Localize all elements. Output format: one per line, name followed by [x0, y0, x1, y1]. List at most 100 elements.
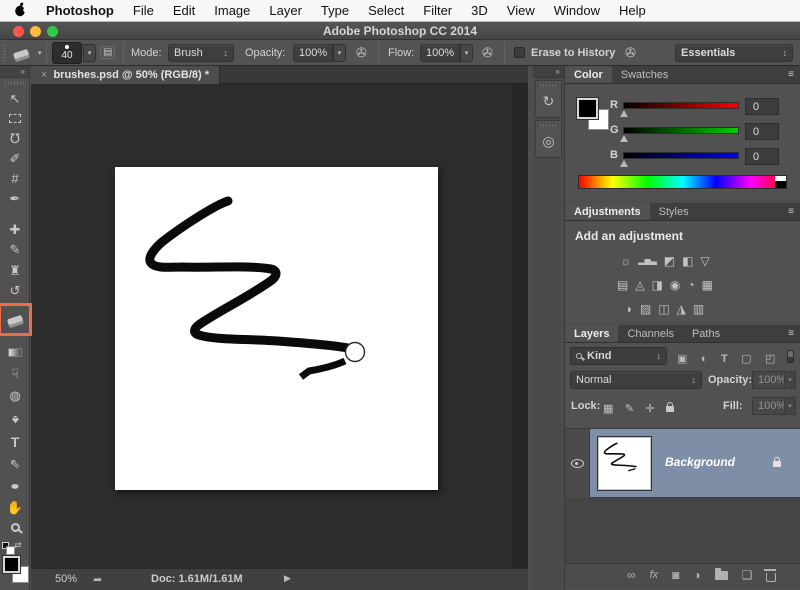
foreground-color-swatch[interactable] [3, 556, 20, 573]
brush-tool[interactable]: ✎ [0, 238, 30, 260]
tab-styles[interactable]: Styles [650, 203, 698, 220]
options-bar-grip[interactable] [3, 45, 6, 61]
lock-all-icon[interactable] [666, 406, 674, 412]
link-layers-icon[interactable]: ∞ [627, 569, 636, 581]
panel-menu-icon[interactable]: ≡ [782, 203, 800, 220]
history-panel-button[interactable]: ↻ [535, 80, 562, 118]
blue-slider-thumb[interactable] [620, 160, 628, 167]
adjustment-channel-mixer-icon[interactable]: ◔ [687, 278, 694, 292]
adjustment-black-white-icon[interactable]: ◨ [652, 278, 663, 292]
share-status-icon[interactable]: ➦ [93, 573, 102, 586]
adjustment-threshold-icon[interactable]: ◫ [658, 302, 669, 316]
airbrush-icon[interactable]: ✇ [482, 45, 493, 61]
doc-size-readout[interactable]: Doc: 1.61M/1.61M [151, 573, 243, 585]
blue-slider[interactable] [623, 152, 739, 159]
zoom-level-field[interactable]: 50% [55, 573, 77, 585]
eraser-preset-arrow-icon[interactable]: ▾ [38, 49, 42, 57]
menu-filter[interactable]: Filter [423, 3, 452, 18]
erase-to-history-checkbox[interactable] [514, 47, 525, 58]
menu-type[interactable]: Type [321, 3, 349, 18]
menu-3d[interactable]: 3D [471, 3, 488, 18]
swap-colors-icon[interactable]: ⇄ [14, 540, 22, 551]
close-tab-icon[interactable]: × [41, 69, 47, 81]
adjustment-hue-saturation-icon[interactable]: ▤ [617, 278, 628, 292]
spectrum-black-swatch[interactable] [775, 181, 786, 188]
lock-transparency-icon[interactable]: ▦ [603, 403, 613, 415]
status-options-arrow-icon[interactable]: ▶ [284, 573, 291, 584]
crop-tool[interactable]: # [0, 167, 30, 189]
green-slider-thumb[interactable] [620, 135, 628, 142]
document-scrollbar[interactable] [513, 84, 528, 568]
adjustment-selective-color-icon[interactable]: ◮ [677, 302, 686, 316]
green-value-field[interactable]: 0 [745, 123, 779, 140]
smudge-tool[interactable]: ☟ [0, 362, 30, 384]
opacity-arrow-icon[interactable]: ▾ [333, 44, 346, 62]
menu-edit[interactable]: Edit [173, 3, 195, 18]
lasso-tool[interactable]: ℧ [0, 127, 30, 149]
layer-opacity-field[interactable]: 100% [752, 371, 785, 389]
adjustment-gradient-map-icon[interactable]: ▥ [693, 302, 704, 316]
toggle-brush-panel-icon[interactable]: ▤ [100, 46, 115, 59]
eyedropper-tool[interactable]: ✒ [0, 187, 30, 209]
menu-photoshop[interactable]: Photoshop [46, 3, 114, 18]
brush-size-preview[interactable]: 40 [52, 42, 82, 64]
tab-channels[interactable]: Channels [618, 325, 682, 342]
flow-dropdown[interactable]: 100% [420, 44, 460, 62]
green-slider[interactable] [623, 127, 739, 134]
tab-layers[interactable]: Layers [565, 325, 618, 342]
filter-image-icon[interactable]: ▣ [677, 353, 687, 365]
layer-name[interactable]: Background [665, 455, 735, 469]
blue-value-field[interactable]: 0 [745, 148, 779, 165]
delete-layer-icon[interactable] [766, 573, 776, 582]
adjustment-photo-filter-icon[interactable]: ◉ [670, 278, 680, 292]
new-layer-icon[interactable]: ❏ [742, 569, 753, 581]
adjustment-vibrance-icon[interactable]: ▽ [700, 254, 709, 268]
tablet-pressure-size-icon[interactable]: ✇ [625, 45, 636, 61]
gradient-tool[interactable] [0, 341, 30, 363]
layer-style-icon[interactable]: fx [650, 570, 659, 581]
move-tool[interactable]: ↖ [0, 87, 30, 109]
menu-help[interactable]: Help [619, 3, 646, 18]
clone-stamp-tool[interactable]: ♜ [0, 259, 30, 281]
lock-pixels-icon[interactable]: ✎ [625, 403, 634, 415]
filter-smart-object-icon[interactable]: ◰ [765, 353, 775, 365]
tab-swatches[interactable]: Swatches [612, 66, 678, 83]
tablet-pressure-opacity-icon[interactable]: ✇ [356, 45, 367, 61]
lock-position-icon[interactable]: ✛ [646, 403, 655, 415]
brush-picker-arrow-icon[interactable]: ▾ [83, 44, 96, 62]
zoom-tool[interactable] [0, 516, 30, 538]
foreground-color-swatch[interactable] [577, 98, 598, 119]
layer-filter-kind-dropdown[interactable]: Kind ↕ [570, 347, 667, 365]
layer-fill-field[interactable]: 100% [752, 397, 785, 415]
layer-fill-arrow-icon[interactable]: ▾ [784, 397, 796, 415]
ellipse-tool[interactable]: ● [0, 474, 30, 496]
document-tab[interactable]: × brushes.psd @ 50% (RGB/8) * [31, 66, 220, 84]
tab-color[interactable]: Color [565, 66, 612, 83]
layer-opacity-arrow-icon[interactable]: ▾ [784, 371, 796, 389]
menu-select[interactable]: Select [368, 3, 404, 18]
adjustment-posterize-icon[interactable]: ▨ [640, 302, 651, 316]
apple-logo-icon[interactable] [14, 2, 27, 20]
dock-collapse-icon[interactable]: « [533, 66, 564, 78]
filter-adjustment-icon[interactable]: ◐ [701, 353, 708, 365]
toolbar-grip[interactable] [5, 81, 24, 85]
red-slider[interactable] [623, 102, 739, 109]
workspace-dropdown[interactable]: Essentials↕ [675, 44, 793, 62]
blend-mode-dropdown[interactable]: Normal ↕ [570, 371, 702, 389]
adjustment-brightness-contrast-icon[interactable]: ☼ [620, 254, 631, 268]
flow-arrow-icon[interactable]: ▾ [460, 44, 473, 62]
filter-shape-icon[interactable]: ▢ [741, 353, 751, 365]
layer-visibility-cell[interactable] [565, 429, 590, 498]
adjustment-curves-icon[interactable]: ◩ [664, 254, 675, 268]
properties-panel-button[interactable]: ◎ [535, 120, 562, 158]
menu-view[interactable]: View [507, 3, 535, 18]
layer-thumbnail[interactable] [598, 437, 651, 490]
panel-menu-icon[interactable]: ≡ [782, 66, 800, 83]
healing-brush-tool[interactable]: ✚ [0, 218, 30, 240]
pen-tool[interactable]: ♠ [0, 409, 30, 431]
layer-row-background[interactable]: Background [565, 429, 800, 498]
adjustment-invert-icon[interactable]: ◗ [626, 302, 633, 316]
default-colors-icon[interactable] [2, 542, 9, 549]
mode-dropdown[interactable]: Brush↕ [168, 44, 234, 62]
menu-layer[interactable]: Layer [269, 3, 302, 18]
